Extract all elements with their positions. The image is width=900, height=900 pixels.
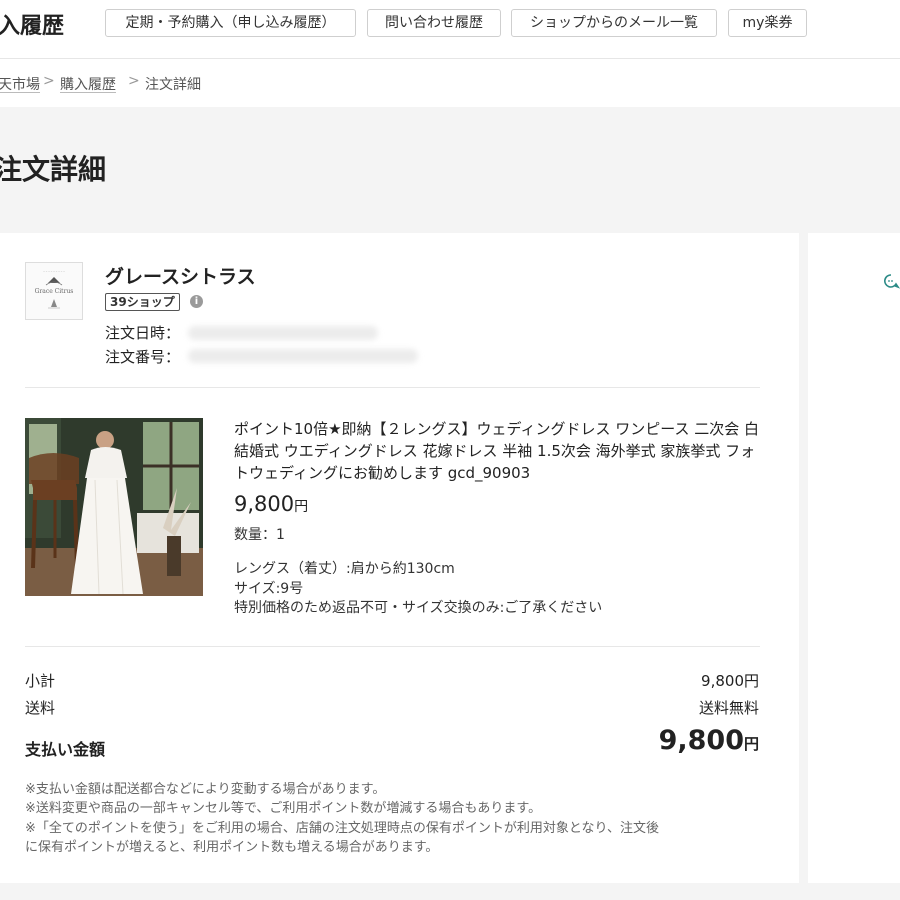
shop-logo-text: Grace Citrus	[35, 288, 74, 295]
info-icon[interactable]: i	[190, 295, 203, 308]
39-shop-badge: 39ショップ	[105, 293, 180, 311]
breadcrumb-separator: >	[43, 73, 55, 89]
shipping-label: 送料	[25, 699, 56, 717]
total-label: 支払い金額	[25, 740, 106, 759]
chat-icon[interactable]	[883, 273, 900, 294]
product-option-length: レングス（着丈）:肩から約130cm	[234, 561, 455, 577]
product-image[interactable]	[25, 418, 203, 596]
divider	[25, 387, 760, 388]
order-date-redacted	[188, 326, 378, 340]
shop-mail-list-button[interactable]: ショップからのメール一覧	[511, 9, 717, 37]
top-bar: 入履歴 定期・予約購入（申し込み履歴） 問い合わせ履歴 ショップからのメール一覧…	[0, 0, 900, 59]
product-quantity: 数量：1	[234, 527, 285, 543]
breadcrumb: 天市場 > 購入履歴 > 注文詳細	[0, 59, 900, 107]
note-line: に保有ポイントが増えると、利用ポイント数も増える場合があります。	[25, 840, 439, 855]
shop-logo[interactable]: ~~~~~~~~~ Grace Citrus	[25, 262, 83, 320]
purchase-history-title: 入履歴	[0, 14, 65, 39]
subtotal-label: 小計	[25, 672, 56, 690]
my-rakuten-coupon-button[interactable]: my楽券	[728, 9, 807, 37]
order-number-redacted	[188, 349, 418, 363]
order-number-label: 注文番号：	[105, 348, 181, 366]
note-line: ※送料変更や商品の一部キャンセル等で、ご利用ポイント数が増減する場合もあります。	[25, 801, 542, 816]
product-option-size: サイズ:9号	[234, 581, 304, 597]
breadcrumb-rakuten-ichiba[interactable]: 天市場	[0, 74, 40, 94]
subscription-history-button[interactable]: 定期・予約購入（申し込み履歴）	[105, 9, 356, 37]
note-line: ※「全てのポイントを使う」をご利用の場合、店舗の注文処理時点の保有ポイントが利用…	[25, 821, 659, 836]
order-date-label: 注文日時：	[105, 324, 181, 342]
side-panel	[808, 233, 900, 883]
breadcrumb-purchase-history[interactable]: 購入履歴	[60, 74, 116, 94]
shop-name[interactable]: グレースシトラス	[105, 262, 256, 289]
product-price: 9,800円	[234, 492, 309, 516]
product-name[interactable]: ポイント10倍★即納【２レングス】ウェディングドレス ワンピース 二次会 白 結…	[234, 418, 764, 484]
total-value: 9,800円	[658, 725, 759, 756]
product-option-note: 特別価格のため返品不可・サイズ交換のみ:ご了承ください	[234, 600, 603, 616]
divider	[25, 646, 760, 647]
inquiry-history-button[interactable]: 問い合わせ履歴	[367, 9, 501, 37]
svg-text:~~~~~~~~~: ~~~~~~~~~	[43, 269, 66, 273]
note-line: ※支払い金額は配送都合などにより変動する場合があります。	[25, 782, 386, 797]
shipping-value: 送料無料	[698, 699, 759, 717]
page-title: 注文詳細	[0, 153, 107, 186]
breadcrumb-separator: >	[128, 73, 140, 89]
breadcrumb-current: 注文詳細	[145, 77, 201, 93]
subtotal-value: 9,800円	[701, 672, 759, 690]
